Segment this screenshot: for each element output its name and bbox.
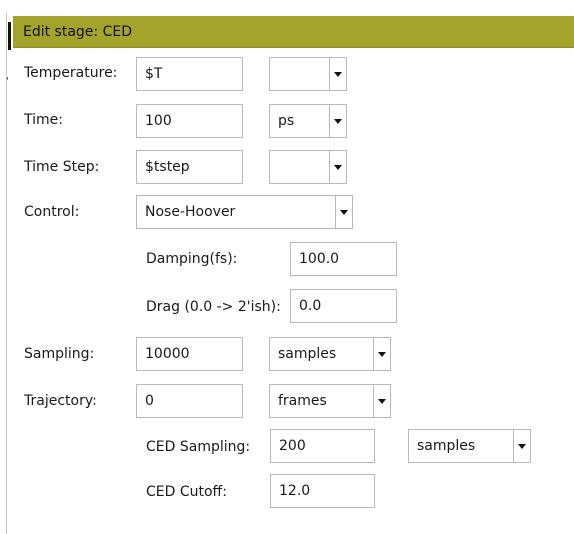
time-step-unit-select[interactable] [269,150,347,184]
time-label: Time: [24,112,63,128]
drag-label: Drag (0.0 -> 2'ish): [146,299,281,315]
temperature-label: Temperature: [24,65,118,81]
chevron-down-icon[interactable] [513,430,530,462]
temperature-input[interactable]: $T [136,57,243,91]
sampling-label: Sampling: [24,346,95,362]
trajectory-unit-select[interactable]: frames [269,384,391,418]
ced-cutoff-input[interactable]: 12.0 [270,474,375,508]
left-border [6,12,7,534]
control-value: Nose-Hoover [145,204,236,220]
drag-input[interactable]: 0.0 [290,289,397,323]
time-input[interactable]: 100 [136,104,243,138]
control-label: Control: [24,204,80,220]
side-tick: ' [6,76,9,87]
ced-cutoff-label: CED Cutoff: [146,484,227,500]
time-unit-value: ps [278,113,295,129]
sampling-unit-value: samples [278,346,337,362]
sampling-input[interactable]: 10000 [136,337,243,371]
stage-title: Edit stage: CED [23,23,132,40]
chevron-down-icon[interactable] [373,385,390,417]
chevron-down-icon[interactable] [329,58,346,90]
stage-header: Edit stage: CED [13,16,574,48]
damping-input[interactable]: 100.0 [290,242,397,276]
chevron-down-icon[interactable] [329,105,346,137]
temperature-unit-select[interactable] [269,57,347,91]
ced-sampling-input[interactable]: 200 [270,429,375,463]
ced-sampling-label: CED Sampling: [146,439,251,455]
sampling-unit-select[interactable]: samples [269,337,391,371]
trajectory-label: Trajectory: [24,393,97,409]
ced-sampling-unit-value: samples [417,438,476,454]
chevron-down-icon[interactable] [335,196,352,228]
trajectory-unit-value: frames [278,393,327,409]
selection-marker [8,22,11,50]
time-step-label: Time Step: [24,159,100,175]
control-select[interactable]: Nose-Hoover [136,195,353,229]
time-step-input[interactable]: $tstep [136,150,243,184]
time-unit-select[interactable]: ps [269,104,347,138]
trajectory-input[interactable]: 0 [136,384,243,418]
ced-sampling-unit-select[interactable]: samples [408,429,531,463]
chevron-down-icon[interactable] [329,151,346,183]
chevron-down-icon[interactable] [373,338,390,370]
damping-label: Damping(fs): [146,251,238,267]
edit-stage-panel: ' Edit stage: CED Temperature: $T Time: … [0,0,574,534]
